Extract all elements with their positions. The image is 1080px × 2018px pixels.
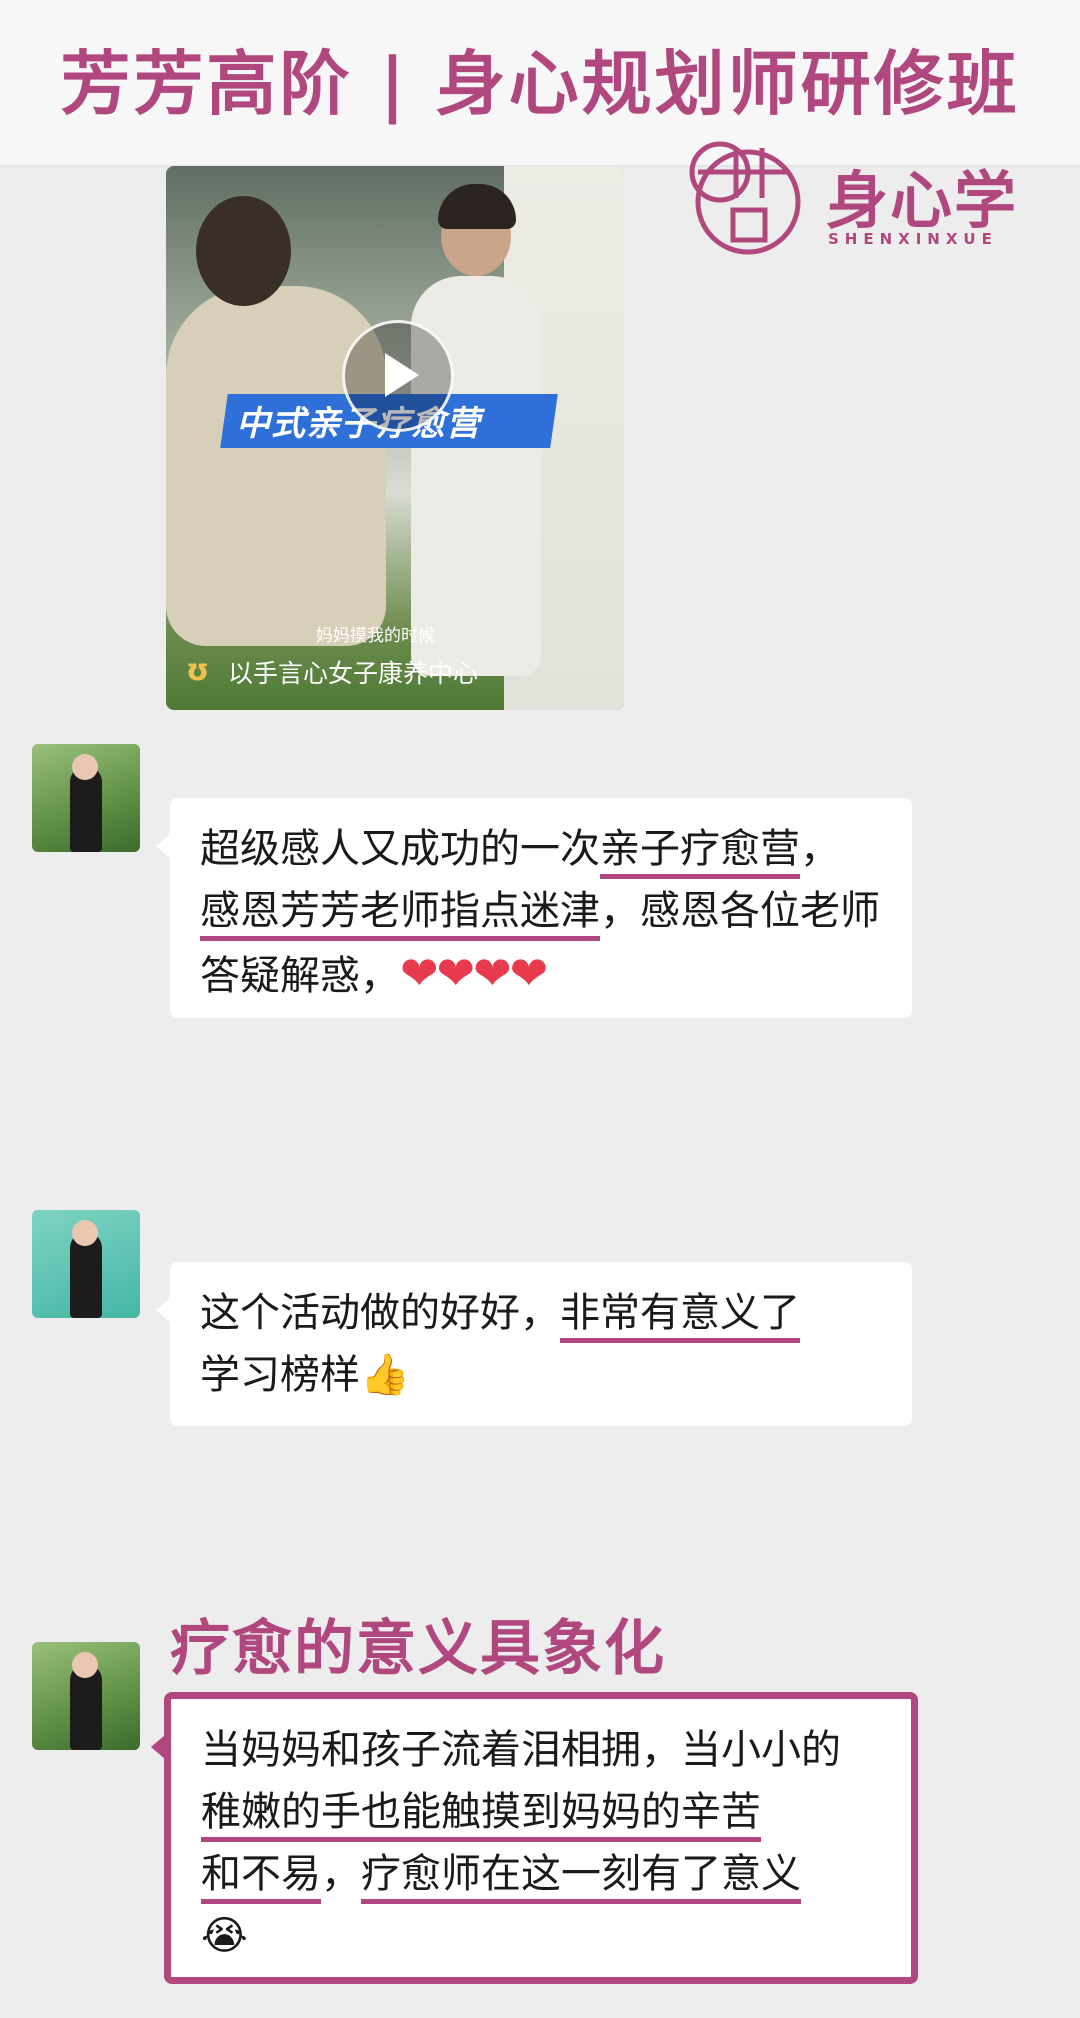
logo-emblem-icon [689,141,801,255]
message-highlight: 疗愈师在这一刻有了意义 [361,1851,801,1904]
message-highlight: 感恩芳芳老师指点迷津 [200,888,600,941]
shenxinxue-logo: 身心学 SHENXINXUE [678,130,1018,278]
message-highlight: 非常有意义了 [560,1290,800,1343]
heart-emoji: ❤❤❤❤ [400,946,548,1000]
avatar-face [72,754,98,780]
video-channel-name: 以手言心女子康养中心 [228,659,479,688]
avatar[interactable] [32,744,140,852]
section-heading: 疗愈的意义具象化 [170,1614,666,1684]
page-title: 芳芳高阶 | 身心规划师研修班 [60,42,1020,125]
video-message[interactable]: 中式亲子疗愈营 妈妈摸我的时候 ʊ 以手言心女子康养中心 [166,166,624,710]
chat-bubble[interactable]: 超级感人又成功的一次亲子疗愈营， 感恩芳芳老师指点迷津，感恩各位老师答疑解惑，❤❤… [156,798,912,1018]
logo-text: 身心学 [826,164,1019,237]
message-highlight: 稚嫩的手也能触摸到妈妈的辛苦 [201,1789,761,1842]
avatar[interactable] [32,1210,140,1318]
message-text: ， [321,1851,361,1897]
message-text: 当妈妈和孩子流着泪相拥，当小小的 [201,1727,841,1773]
avatar-face [72,1652,98,1678]
video-figure-mother [166,286,386,646]
message-highlight: 亲子疗愈营 [600,826,800,879]
video-subtitle: 妈妈摸我的时候 [316,626,435,646]
play-icon[interactable] [342,320,454,432]
avatar[interactable] [32,1642,140,1750]
video-figure-mother-head [196,196,291,306]
message-text: 超级感人又成功的一次 [200,826,600,872]
message-text: ， [800,826,840,872]
message-highlight: 和不易 [201,1851,321,1904]
message-text: 学习榜样 [200,1352,360,1398]
thumbs-up-emoji: 👍 [360,1352,410,1398]
chat-bubble[interactable]: 当妈妈和孩子流着泪相拥，当小小的稚嫩的手也能触摸到妈妈的辛苦 和不易，疗愈师在这一… [151,1692,918,1984]
message-text: 这个活动做的好好， [200,1290,560,1336]
avatar-face [72,1220,98,1246]
chat-bubble[interactable]: 这个活动做的好好，非常有意义了学习榜样👍 [156,1262,912,1426]
logo-subtext: SHENXINXUE [828,230,998,248]
channels-icon: ʊ [186,653,210,688]
crying-emoji: 😭 [201,1913,248,1959]
